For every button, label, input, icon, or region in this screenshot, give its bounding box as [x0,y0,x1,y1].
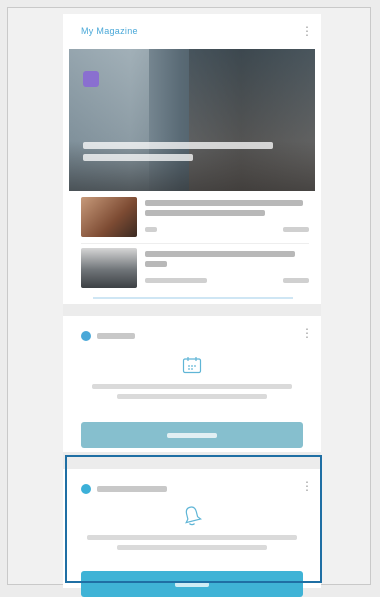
publisher-badge-icon [83,71,99,87]
news-item-title [145,200,305,220]
schedule-app-icon [81,331,91,341]
more-vert-icon[interactable]: ⋮ [301,24,313,38]
news-card-header: My Magazine ⋮ [63,14,321,48]
card-gap [63,304,321,316]
news-item-meta [145,227,309,233]
news-card-title: My Magazine [81,26,138,36]
calendar-icon [179,356,205,380]
hero-headline [83,142,283,168]
news-list-item[interactable] [81,248,309,292]
hero-image[interactable] [69,49,315,191]
news-card[interactable]: My Magazine ⋮ [63,14,321,304]
news-item-title [145,251,305,271]
news-thumbnail [81,197,137,237]
highlight-frame [65,455,322,583]
schedule-card-title [97,333,135,339]
schedule-description [81,384,303,404]
news-thumbnail [81,248,137,288]
news-scroll-indicator [93,297,293,299]
schedule-card[interactable]: ⋮ [63,316,321,452]
news-item-meta [145,278,309,284]
schedule-action-button[interactable] [81,422,303,448]
more-vert-icon[interactable]: ⋮ [301,326,313,340]
news-list-item[interactable] [81,197,309,241]
news-divider [81,243,309,244]
